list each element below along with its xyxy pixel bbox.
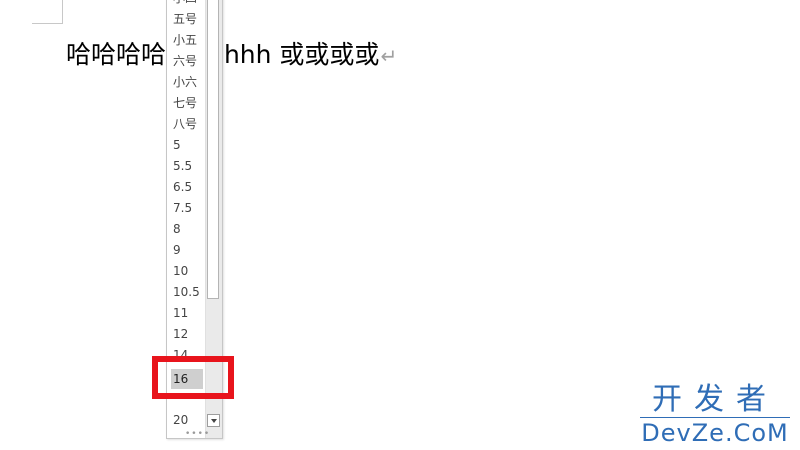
watermark: 开发者 DevZe.CoM (640, 384, 790, 446)
font-size-option[interactable]: 11 (171, 303, 203, 323)
font-size-option[interactable]: 小五 (171, 30, 203, 50)
font-size-option[interactable]: 5.5 (171, 156, 203, 176)
document-text-line[interactable]: 哈哈哈哈哈哈 hhh 或或或或↵ (66, 38, 397, 73)
font-size-option[interactable]: 8 (171, 219, 203, 239)
font-size-option[interactable]: 7.5 (171, 198, 203, 218)
font-size-option[interactable]: 9 (171, 240, 203, 260)
highlight-box (152, 356, 234, 399)
watermark-divider (640, 417, 790, 418)
watermark-en: DevZe.CoM (641, 419, 789, 447)
font-size-option[interactable]: 小四 (171, 0, 203, 8)
scroll-down-arrow-icon[interactable] (207, 414, 220, 427)
watermark-cn: 开发者 (652, 382, 778, 417)
paragraph-mark-icon: ↵ (380, 44, 398, 68)
font-size-option[interactable]: 五号 (171, 9, 203, 29)
font-size-option[interactable]: 八号 (171, 114, 203, 134)
font-size-option[interactable]: 5 (171, 135, 203, 155)
font-size-option[interactable]: 10.5 (171, 282, 203, 302)
font-size-option[interactable]: 6.5 (171, 177, 203, 197)
resize-grip-icon[interactable]: •••• (185, 430, 210, 439)
font-size-option[interactable]: 12 (171, 324, 203, 344)
page-corner-mark (32, 0, 63, 24)
font-size-option[interactable]: 小六 (171, 72, 203, 92)
scrollbar-thumb[interactable] (207, 0, 219, 299)
font-size-option[interactable]: 六号 (171, 51, 203, 71)
font-size-option[interactable]: 10 (171, 261, 203, 281)
font-size-option[interactable]: 七号 (171, 93, 203, 113)
font-size-option[interactable]: 20 (171, 410, 203, 430)
